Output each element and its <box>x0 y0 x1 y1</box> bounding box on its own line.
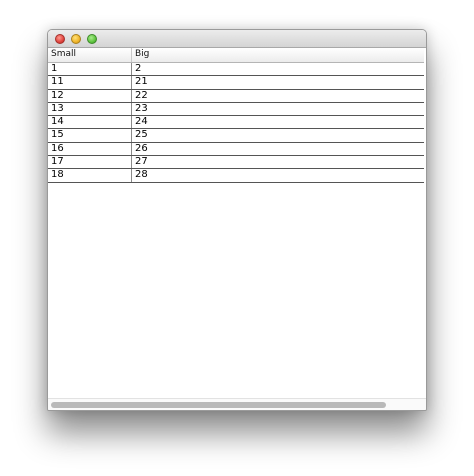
table-row[interactable]: 18 28 <box>48 169 424 183</box>
cell-big[interactable]: 23 <box>132 103 424 115</box>
cell-small[interactable]: 11 <box>48 76 132 89</box>
horizontal-scrollbar[interactable] <box>48 398 426 410</box>
cell-small[interactable]: 1 <box>48 63 132 76</box>
title-bar[interactable] <box>48 30 426 48</box>
cell-small[interactable]: 13 <box>48 102 132 116</box>
column-header-big[interactable]: Big <box>132 48 424 62</box>
table-row[interactable]: 11 21 <box>48 76 424 90</box>
app-window: Small Big 1 2 11 21 12 22 13 23 14 24 15… <box>47 29 427 411</box>
minimize-window-button[interactable] <box>71 34 81 44</box>
data-table: Small Big 1 2 11 21 12 22 13 23 14 24 15… <box>48 48 426 398</box>
cell-small[interactable]: 17 <box>48 156 132 169</box>
cell-small[interactable]: 12 <box>48 89 132 102</box>
table-row[interactable]: 1 2 <box>48 63 424 77</box>
cell-small[interactable]: 14 <box>48 116 132 129</box>
cell-small[interactable]: 16 <box>48 142 132 156</box>
cell-big[interactable]: 26 <box>132 143 424 155</box>
cell-big[interactable]: 21 <box>132 76 424 88</box>
table-body: 1 2 11 21 12 22 13 23 14 24 15 25 16 26 … <box>48 63 424 183</box>
cell-big[interactable]: 28 <box>132 169 424 181</box>
table-row[interactable]: 16 26 <box>48 142 424 157</box>
cell-big[interactable]: 2 <box>132 63 424 75</box>
zoom-window-button[interactable] <box>87 34 97 44</box>
close-window-button[interactable] <box>55 34 65 44</box>
scrollbar-thumb[interactable] <box>51 402 386 408</box>
table-header: Small Big <box>48 48 424 63</box>
table-row[interactable]: 13 23 <box>48 102 424 117</box>
cell-small[interactable]: 18 <box>48 169 132 182</box>
cell-big[interactable]: 27 <box>132 156 424 168</box>
column-header-small[interactable]: Small <box>48 48 132 62</box>
cell-small[interactable]: 15 <box>48 129 132 142</box>
cell-big[interactable]: 22 <box>132 90 424 102</box>
table-row[interactable]: 14 24 <box>48 116 424 130</box>
table-row[interactable]: 12 22 <box>48 89 424 103</box>
table-row[interactable]: 17 27 <box>48 156 424 170</box>
cell-big[interactable]: 25 <box>132 129 424 141</box>
cell-big[interactable]: 24 <box>132 116 424 128</box>
table-row[interactable]: 15 25 <box>48 129 424 143</box>
